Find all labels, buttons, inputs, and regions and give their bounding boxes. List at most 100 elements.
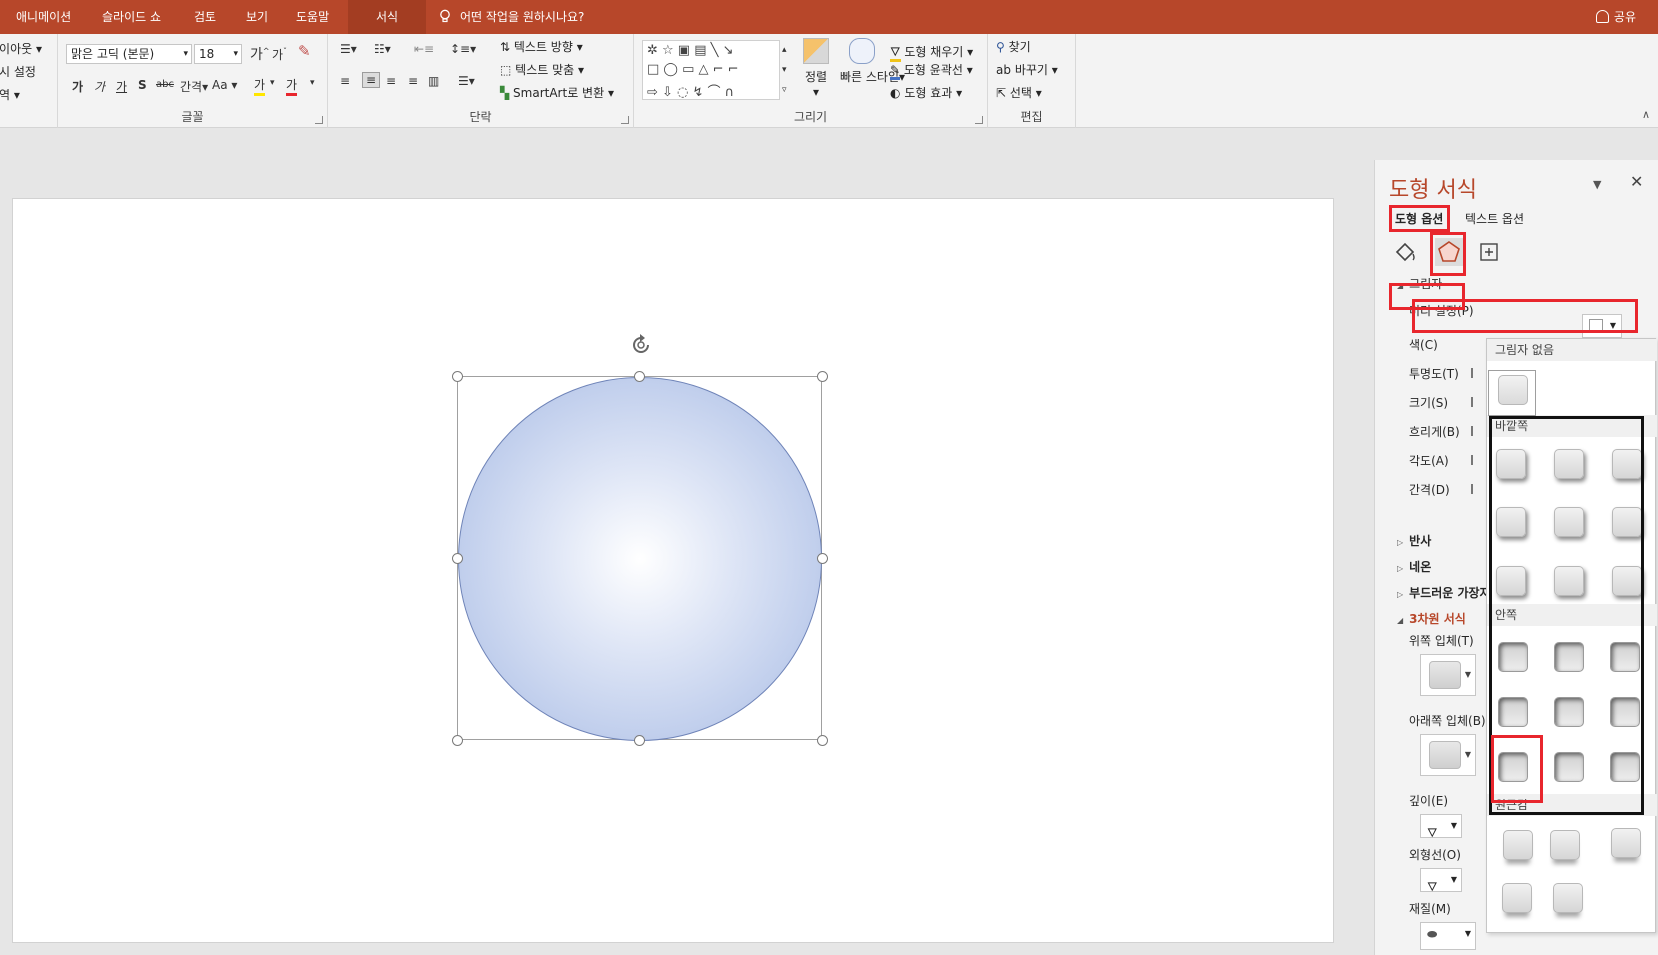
tab-animations[interactable]: 애니메이션 [16, 0, 71, 34]
shadow-tile-outer-9[interactable] [1612, 566, 1642, 596]
resize-handle-bottom-left[interactable] [452, 735, 463, 746]
shape-effects-button[interactable]: ◐ 도형 효과 ▾ [890, 84, 962, 101]
top-bevel-button[interactable]: ▼ [1420, 654, 1476, 696]
effects-pentagon-icon[interactable] [1435, 238, 1463, 266]
circle-shape[interactable] [458, 377, 822, 741]
shadow-tile-outer-8[interactable] [1554, 566, 1584, 596]
resize-handle-bottom-right[interactable] [817, 735, 828, 746]
reset-button[interactable]: 다시 설정 [0, 63, 36, 80]
tab-format[interactable]: 서식 [348, 0, 427, 34]
tab-review[interactable]: 검토 [194, 0, 216, 34]
shadow-tile-inner-6[interactable] [1610, 697, 1640, 727]
line-spacing-icon[interactable]: ↕≡▾ [450, 42, 476, 56]
depth-color-button[interactable]: 🜄 ▼ [1420, 814, 1462, 840]
shadow-tile-inner-7[interactable] [1498, 752, 1528, 782]
char-spacing-button[interactable]: 간격▾ [180, 78, 208, 95]
rotate-handle-icon[interactable] [628, 332, 654, 358]
shadow-tile-perspective-1[interactable] [1503, 830, 1533, 860]
glow-section-header[interactable]: ▷ 네온 [1397, 558, 1431, 575]
drawing-dialog-launcher-icon[interactable] [975, 116, 983, 124]
smartart-button[interactable]: ▚ SmartArt로 변환 ▾ [500, 84, 614, 101]
shadow-tile-outer-5[interactable] [1554, 507, 1584, 537]
3d-format-section-header[interactable]: ◢ 3차원 서식 [1397, 610, 1466, 627]
columns-icon[interactable]: ▥ [428, 74, 439, 88]
shadow-tile-perspective-4[interactable] [1502, 883, 1532, 913]
paragraph-dialog-launcher-icon[interactable] [621, 116, 629, 124]
arrange-button[interactable]: 정렬 ▾ [794, 38, 838, 99]
reflection-section-header[interactable]: ▷ 반사 [1397, 532, 1431, 549]
shadow-tile-outer-3[interactable] [1612, 449, 1642, 479]
bullets-icon[interactable]: ☰▾ [340, 42, 357, 56]
gallery-scroll-icon[interactable]: ▴ ▾ ▿ [782, 40, 787, 100]
bold-button[interactable]: 가 [72, 78, 83, 95]
resize-handle-top[interactable] [634, 371, 645, 382]
tab-view[interactable]: 보기 [246, 0, 268, 34]
shadow-tile-outer-6[interactable] [1612, 507, 1642, 537]
rect-shape-icon[interactable]: □ ◯ ▭ △ ⌐ ⌐ [647, 62, 739, 77]
font-name-combo[interactable]: 맑은 고딕 (본문) ▾ [66, 44, 192, 64]
blur-slider[interactable] [1471, 426, 1473, 436]
numbering-icon[interactable]: ☷▾ [374, 42, 391, 56]
arrow-shape-icon[interactable]: ⇨ ⇩ ◌ ↯ ⌒ ∩ [647, 81, 734, 100]
italic-button[interactable]: 가 [94, 78, 105, 95]
angle-slider[interactable] [1471, 455, 1473, 465]
bottom-bevel-button[interactable]: ▼ [1420, 734, 1476, 776]
pane-options-icon[interactable]: ▼ [1593, 178, 1601, 191]
font-dialog-launcher-icon[interactable] [315, 116, 323, 124]
transparency-slider[interactable] [1471, 368, 1473, 378]
shadow-tile-outer-2[interactable] [1554, 449, 1584, 479]
size-properties-icon[interactable] [1475, 238, 1503, 266]
shadow-tile-perspective-5[interactable] [1553, 883, 1583, 913]
decrease-indent-icon[interactable]: ⇤≡ [414, 42, 434, 56]
tab-help[interactable]: 도움말 [296, 0, 329, 34]
shadow-tile-inner-4[interactable] [1498, 697, 1528, 727]
close-icon[interactable]: ✕ [1630, 172, 1643, 191]
material-button[interactable]: ⬬ ▼ [1420, 922, 1476, 950]
justify-icon[interactable]: ≡ [408, 74, 418, 88]
collapse-ribbon-icon[interactable]: ∧ [1642, 108, 1650, 121]
shadow-tile-none[interactable] [1498, 375, 1528, 405]
share-button[interactable]: 공유 [1595, 0, 1636, 34]
align-right-icon[interactable]: ≡ [386, 74, 396, 88]
font-color-button[interactable]: 가 [286, 76, 298, 96]
shadow-tile-inner-8[interactable] [1554, 752, 1584, 782]
select-button[interactable]: ⇱ 선택 ▾ [996, 84, 1042, 101]
text-align-icon[interactable]: ☰▾ [458, 74, 475, 88]
shadow-presets-button[interactable]: ▼ [1582, 314, 1622, 338]
shadow-tile-outer-7[interactable] [1496, 566, 1526, 596]
shadow-section-header[interactable]: ◢ 그림자 [1397, 275, 1442, 292]
tab-text-options[interactable]: 텍스트 옵션 [1465, 210, 1524, 227]
resize-handle-top-right[interactable] [817, 371, 828, 382]
underline-button[interactable]: 가 [116, 78, 127, 95]
grow-font-button[interactable]: 가^ [250, 44, 270, 64]
change-case-button[interactable]: Aa ▾ [212, 78, 237, 92]
find-button[interactable]: ⚲ 찾기 [996, 38, 1031, 55]
shadow-tile-inner-9[interactable] [1610, 752, 1640, 782]
shape-outline-button[interactable]: ✎ 도형 윤곽선 ▾ [890, 61, 973, 80]
size-slider[interactable] [1471, 397, 1473, 407]
replace-button[interactable]: ab 바꾸기 ▾ [996, 61, 1058, 78]
shadow-tile-outer-1[interactable] [1496, 449, 1526, 479]
shadow-tile-inner-1[interactable] [1498, 642, 1528, 672]
quick-styles-button[interactable]: 빠른 스타일▾ [840, 38, 905, 85]
text-shadow-button[interactable]: S [138, 78, 147, 92]
star-shape-icon[interactable]: ✲ ☆ ▣ ▤ ╲ ↘ [647, 43, 734, 58]
tab-slideshow[interactable]: 슬라이드 쇼 [102, 0, 161, 34]
highlight-button[interactable]: 가 [254, 76, 266, 96]
contour-color-button[interactable]: 🜄 ▼ [1420, 868, 1462, 894]
shadow-tile-perspective-2[interactable] [1550, 830, 1580, 860]
resize-handle-top-left[interactable] [452, 371, 463, 382]
shadow-tile-outer-4[interactable] [1496, 507, 1526, 537]
clear-format-icon[interactable]: ✎ [298, 42, 311, 60]
tab-shape-options[interactable]: 도형 옵션 [1395, 210, 1443, 227]
shapes-gallery[interactable]: ✲ ☆ ▣ ▤ ╲ ↘ □ ◯ ▭ △ ⌐ ⌐ ⇨ ⇩ ◌ ↯ ⌒ ∩ [642, 40, 780, 100]
shadow-tile-inner-2[interactable] [1554, 642, 1584, 672]
strikethrough-button[interactable]: abc [156, 79, 174, 90]
text-direction-button[interactable]: ⇅ 텍스트 방향 ▾ [500, 38, 583, 55]
align-center-icon[interactable]: ≡ [362, 72, 381, 88]
shadow-tile-perspective-3[interactable] [1611, 828, 1641, 858]
chevron-down-icon[interactable]: ▾ [310, 78, 315, 88]
shape-fill-button[interactable]: 🜄 도형 채우기 ▾ [890, 38, 973, 63]
resize-handle-right[interactable] [817, 553, 828, 564]
shrink-font-button[interactable]: 가ˇ [272, 46, 287, 63]
